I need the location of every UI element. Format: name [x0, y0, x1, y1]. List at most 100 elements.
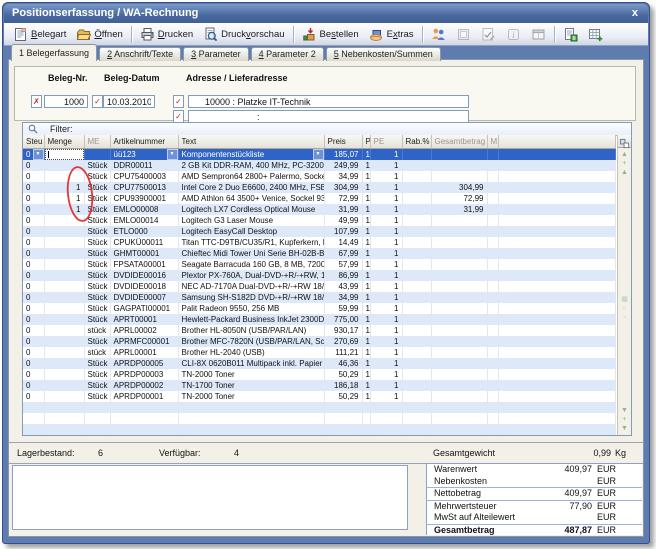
- oeffnen-button[interactable]: Öffnen: [71, 25, 127, 44]
- table-row[interactable]: 0StückAPRT00001Hewlett-Packard Business …: [23, 314, 616, 325]
- cell-art: APRL00001: [110, 347, 178, 358]
- column-header-rab[interactable]: Rab.%: [402, 135, 431, 149]
- table-row[interactable]: 0StückGHMT00001Chieftec Midi Tower Uni S…: [23, 248, 616, 259]
- beleg-nr-input[interactable]: [44, 95, 88, 108]
- cell-gesamt: [431, 402, 487, 413]
- tab-nebenkosten-summen[interactable]: 5 Nebenkosten/Summen: [326, 47, 441, 61]
- cell-menge: [44, 336, 84, 347]
- table-row[interactable]: 0StückAPRDP00002TN-1700 Toner186,1811: [23, 380, 616, 391]
- scroll-top-buttons[interactable]: ▲+▲: [618, 150, 631, 177]
- column-header-menge[interactable]: Menge: [44, 135, 84, 149]
- auswahl-button[interactable]: [451, 25, 476, 44]
- cell-pe: [370, 413, 402, 424]
- cell-text: AMD Sempron64 2800+ Palermo, Sockel 754: [178, 171, 324, 182]
- scroll-to-bottom-icon[interactable]: ▼: [618, 424, 631, 433]
- gesamtgewicht-value: 0,99: [549, 443, 611, 463]
- dropdown-button[interactable]: ▼: [167, 149, 178, 160]
- table-row[interactable]: 0StückAPRDP00001TN-2000 Toner50,2911: [23, 391, 616, 402]
- dropdown-button[interactable]: ▼: [33, 149, 44, 160]
- tab-belegerfassung[interactable]: 1 Belegerfassung: [11, 44, 97, 61]
- column-header-me[interactable]: ME: [84, 135, 110, 149]
- table-row[interactable]: 0StückEMLO00014Logitech G3 Laser Mouse49…: [23, 215, 616, 226]
- bestellen-button[interactable]: Bestellen: [297, 25, 364, 44]
- extras-button[interactable]: Extras: [364, 25, 419, 44]
- table-row[interactable]: 0StückAPRDP00005CLI-8X 0620B011 Multipac…: [23, 358, 616, 369]
- column-chooser-button[interactable]: [618, 135, 631, 148]
- column-header-m[interactable]: M: [487, 135, 498, 149]
- table-row[interactable]: 0StückETLO000Logitech EasyCall Desktop10…: [23, 226, 616, 237]
- scroll-plus-icon[interactable]: +: [618, 159, 631, 168]
- table-row[interactable]: 0▼üü123▼Komponentenstückliste▼185,0711: [23, 149, 616, 161]
- table-row[interactable]: 0stückAPRL00002Brother HL-8050N (USB/PAR…: [23, 325, 616, 336]
- menge-edit-cell[interactable]: [45, 149, 84, 160]
- close-button[interactable]: x: [632, 4, 638, 22]
- export-button[interactable]: [558, 25, 583, 44]
- table-row[interactable]: 0StückGAGPATI00001Palit Radeon 9550, 256…: [23, 303, 616, 314]
- cell-rab: [402, 325, 431, 336]
- column-header-text[interactable]: Text: [178, 135, 324, 149]
- table-row[interactable]: [23, 413, 616, 424]
- edit-adresse-button[interactable]: ✓: [173, 95, 184, 108]
- beleg-datum-input[interactable]: [103, 95, 155, 108]
- dropdown-button[interactable]: ▼: [313, 149, 324, 160]
- tabelle-button[interactable]: [526, 25, 551, 44]
- scroll-bottom-buttons[interactable]: ▼+▼: [618, 406, 631, 433]
- scroll-down-icon[interactable]: ▼: [618, 406, 631, 415]
- cell-fill: [498, 380, 616, 391]
- cell-preis: 31,99: [324, 204, 362, 215]
- edit-beleg-datum-button[interactable]: ✓: [92, 95, 103, 108]
- table-row[interactable]: 0StückAPRDP00003TN-2000 Toner50,2911: [23, 369, 616, 380]
- table-icon: [531, 27, 546, 42]
- grid-scrollbar[interactable]: ▲+▲ ▦○▫ ▼+▼: [617, 135, 631, 435]
- table-row[interactable]: 0stückAPRL00001Brother HL-2040 (USB)111,…: [23, 347, 616, 358]
- cell-art: APRT00001: [110, 314, 178, 325]
- tab-parameter-2[interactable]: 4 Parameter 2: [251, 47, 324, 61]
- table-row[interactable]: 0StückDVDIDE00018NEC AD-7170A Dual-DVD-+…: [23, 281, 616, 292]
- cell-gesamt: [431, 292, 487, 303]
- cell-gesamt: [431, 226, 487, 237]
- users-icon: [431, 27, 446, 42]
- table-row[interactable]: 0StückDVDIDE00016Plextor PX-760A, Dual-D…: [23, 270, 616, 281]
- druckvorschau-button[interactable]: Druckvorschau: [198, 25, 289, 44]
- totals-value: 487,87: [530, 525, 592, 537]
- belegart-button[interactable]: Belegart: [8, 25, 71, 44]
- scroll-to-top-icon[interactable]: ▲: [618, 150, 631, 159]
- table-row[interactable]: 0StückFPSATA00001Seagate Barracuda 160 G…: [23, 259, 616, 270]
- grid-tools[interactable]: ▦○▫: [618, 295, 631, 322]
- column-header-p[interactable]: P: [362, 135, 370, 149]
- clear-beleg-nr-button[interactable]: ✗: [31, 95, 42, 108]
- table-row[interactable]: 01StückEMLO00008Logitech LX7 Cordless Op…: [23, 204, 616, 215]
- totals-unit: EUR: [592, 501, 616, 513]
- column-header-art[interactable]: Artikelnummer: [110, 135, 178, 149]
- table-row[interactable]: 0StückCPUKÜ00011Titan TTC-D9TB/CU35/R1, …: [23, 237, 616, 248]
- drucken-button[interactable]: Drucken: [135, 25, 198, 44]
- table-row[interactable]: [23, 424, 616, 435]
- table-row[interactable]: 0StückAPRMFC00001Brother MFC-7820N (USB/…: [23, 336, 616, 347]
- kunden-button[interactable]: [426, 25, 451, 44]
- table-row[interactable]: 0StückDVDIDE00007Samsung SH-S182D DVD-+R…: [23, 292, 616, 303]
- cell-me: [84, 149, 110, 161]
- cell-text: Chieftec Midi Tower Uni Serie BH-02B-B-S…: [178, 248, 324, 259]
- column-header-fill[interactable]: [498, 135, 616, 149]
- table-row[interactable]: 0StückCPU75400003AMD Sempron64 2800+ Pal…: [23, 171, 616, 182]
- scroll-up-icon[interactable]: ▲: [618, 168, 631, 177]
- info-button[interactable]: [501, 25, 526, 44]
- cell-fill: [498, 226, 616, 237]
- tabelle-plus-button[interactable]: [583, 25, 608, 44]
- column-header-pe[interactable]: PE: [370, 135, 402, 149]
- table-row[interactable]: 01StückCPU93900001AMD Athlon 64 3500+ Ve…: [23, 193, 616, 204]
- tab-parameter[interactable]: 3 Parameter: [183, 47, 249, 61]
- table-row[interactable]: [23, 402, 616, 413]
- cell-p: 1: [362, 215, 370, 226]
- position-text-box[interactable]: [12, 465, 408, 530]
- cell-preis: 50,29: [324, 391, 362, 402]
- scroll-minus-icon[interactable]: +: [618, 415, 631, 424]
- bearbeiten-button[interactable]: [476, 25, 501, 44]
- column-header-preis[interactable]: Preis: [324, 135, 362, 149]
- table-row[interactable]: 0StückDDR000112 GB Kit DDR-RAM, 400 MHz,…: [23, 160, 616, 171]
- column-header-steu[interactable]: Steu: [23, 135, 44, 149]
- table-row[interactable]: 01StückCPU77500013Intel Core 2 Duo E6600…: [23, 182, 616, 193]
- adresse-input[interactable]: [188, 95, 469, 108]
- column-header-gesamt[interactable]: Gesamtbetrag: [431, 135, 487, 149]
- tab-anschrift-texte[interactable]: 2 Anschrift/Texte: [99, 47, 181, 61]
